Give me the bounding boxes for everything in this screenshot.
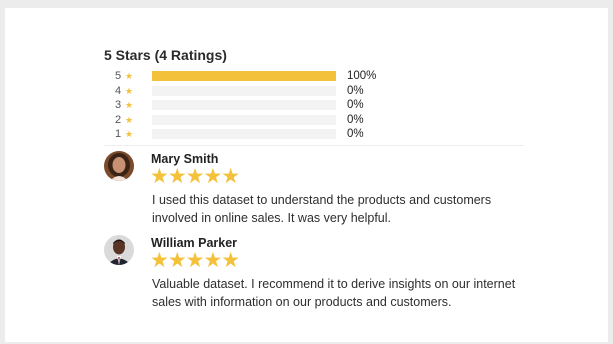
rating-row-3: 3 ★ 0% bbox=[104, 98, 404, 113]
woman-portrait-icon bbox=[104, 151, 134, 181]
review-text: I used this dataset to understand the pr… bbox=[152, 193, 492, 225]
star-icon: ★ bbox=[125, 71, 134, 81]
rating-bar-track bbox=[152, 114, 336, 125]
rating-bar-track bbox=[152, 100, 336, 110]
rating-bar-track bbox=[152, 129, 336, 139]
rating-percent: 0% bbox=[347, 113, 364, 126]
rating-bar-track bbox=[152, 71, 336, 81]
rating-row-label: 1 bbox=[115, 128, 122, 140]
rating-row-1: 1 ★ 0% bbox=[104, 127, 404, 142]
rating-percent: 0% bbox=[347, 99, 364, 111]
avatar[interactable] bbox=[104, 235, 134, 265]
rating-row-label: 4 bbox=[115, 84, 122, 97]
rating-row-2: 2 ★ 0% bbox=[104, 113, 404, 128]
rating-percent: 100% bbox=[347, 70, 377, 82]
rating-row-5: 5 ★ 100% bbox=[104, 69, 404, 84]
man-portrait-icon bbox=[104, 235, 134, 265]
avatar[interactable] bbox=[104, 151, 134, 181]
rating-row-label: 5 bbox=[115, 70, 122, 82]
rating-row-label: 3 bbox=[115, 99, 122, 111]
review-stars-icon: ★★★★★ bbox=[150, 249, 240, 272]
rating-breakdown: 5 ★ 100% 4 ★ 0% 3 ★ 0% 2 ★ 0% 1 ★ 0% bbox=[104, 69, 404, 142]
rating-summary-title: 5 Stars (4 Ratings) bbox=[104, 47, 227, 63]
rating-percent: 0% bbox=[347, 128, 364, 140]
star-icon: ★ bbox=[125, 85, 134, 96]
star-icon: ★ bbox=[125, 129, 134, 139]
divider bbox=[104, 145, 524, 146]
rating-bar-track bbox=[152, 85, 336, 96]
star-icon: ★ bbox=[125, 114, 134, 125]
rating-row-label: 2 bbox=[115, 113, 122, 126]
rating-bar-fill bbox=[152, 71, 336, 81]
rating-percent: 0% bbox=[347, 84, 364, 97]
review-stars-icon: ★★★★★ bbox=[150, 165, 240, 188]
rating-row-4: 4 ★ 0% bbox=[104, 84, 404, 99]
review-text: Valuable dataset. I recommend it to deri… bbox=[152, 277, 516, 309]
star-icon: ★ bbox=[125, 100, 134, 110]
